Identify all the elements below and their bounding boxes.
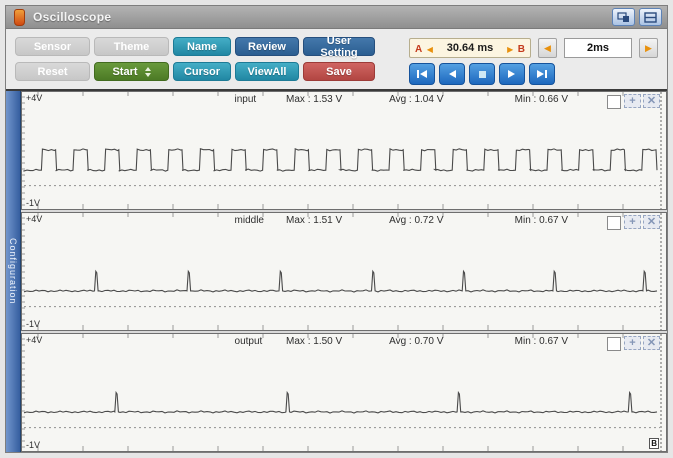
- toolbar: Sensor Theme Name Review User Setting Re…: [6, 29, 667, 89]
- cursor-b-marker[interactable]: B: [649, 438, 659, 449]
- waveform-middle: [22, 213, 666, 330]
- cursor-b-arrow-icon: ▶: [507, 45, 513, 54]
- window-title: Oscilloscope: [33, 10, 111, 24]
- theme-button[interactable]: Theme: [94, 37, 169, 56]
- main-area: Configuration +4V input Max : 1.53 V Avg…: [6, 89, 667, 452]
- titlebar: Oscilloscope: [6, 6, 667, 29]
- y-bottom-label: -1V: [26, 319, 40, 329]
- avg-stat: Avg : 0.70 V: [389, 336, 443, 347]
- avg-stat: Avg : 1.04 V: [389, 94, 443, 105]
- review-button[interactable]: Review: [235, 37, 299, 56]
- window-icon[interactable]: [639, 8, 662, 26]
- y-top-label: +4V: [26, 214, 42, 224]
- configuration-tab[interactable]: Configuration: [6, 91, 21, 452]
- sensor-button[interactable]: Sensor: [15, 37, 90, 56]
- name-button[interactable]: Name: [173, 37, 231, 56]
- timebase-increase-button[interactable]: ▶: [639, 38, 658, 58]
- play-button[interactable]: [499, 63, 525, 85]
- cursor-a-label: A: [415, 44, 422, 55]
- channel-checkbox[interactable]: [607, 337, 621, 351]
- cursor-button[interactable]: Cursor: [173, 62, 231, 81]
- save-button[interactable]: Save: [303, 62, 375, 81]
- zoom-in-icon[interactable]: +: [624, 94, 641, 108]
- zoom-in-icon[interactable]: +: [624, 336, 641, 350]
- reset-button[interactable]: Reset: [15, 62, 90, 81]
- start-button-label: Start: [112, 66, 137, 78]
- channel-name: output: [235, 336, 263, 347]
- cursor-b-label: B: [518, 44, 525, 55]
- step-back-button[interactable]: [439, 63, 465, 85]
- viewall-button[interactable]: ViewAll: [235, 62, 299, 81]
- channel-checkbox[interactable]: [607, 216, 621, 230]
- start-button[interactable]: Start: [94, 62, 169, 81]
- stop-button[interactable]: [469, 63, 495, 85]
- max-stat: Max : 1.51 V: [286, 215, 342, 226]
- user-setting-button[interactable]: User Setting: [303, 37, 375, 56]
- toolbar-row-2: Reset Start Cursor ViewAll Save: [15, 62, 375, 81]
- channel-name: input: [235, 94, 257, 105]
- channel-name: middle: [235, 215, 264, 226]
- y-bottom-label: -1V: [26, 198, 40, 208]
- channel-stack: +4V input Max : 1.53 V Avg : 1.04 V Min …: [21, 91, 667, 452]
- ab-time-display: A ◀ 30.64 ms ▶ B: [409, 38, 531, 58]
- time-row: A ◀ 30.64 ms ▶ B ◀ 2ms ▶: [409, 38, 658, 58]
- avg-stat: Avg : 0.72 V: [389, 215, 443, 226]
- channel-checkbox[interactable]: [607, 95, 621, 109]
- cursor-a-arrow-icon: ◀: [427, 45, 433, 54]
- min-stat: Min : 0.67 V: [515, 336, 568, 347]
- spinner-icon: [145, 67, 151, 77]
- y-bottom-label: -1V: [26, 440, 40, 450]
- timebase-decrease-button[interactable]: ◀: [538, 38, 557, 58]
- popout-icon[interactable]: [612, 8, 635, 26]
- max-stat: Max : 1.50 V: [286, 336, 342, 347]
- ab-time-value: 30.64 ms: [447, 42, 493, 54]
- y-top-label: +4V: [26, 93, 42, 103]
- channel-output: +4V output Max : 1.50 V Avg : 0.70 V Min…: [21, 333, 667, 452]
- configuration-tab-label: Configuration: [8, 238, 18, 305]
- oscilloscope-window: Oscilloscope Sensor Theme Name Review Us…: [5, 5, 668, 453]
- timebase-value[interactable]: 2ms: [564, 38, 632, 58]
- playback-controls: [409, 63, 658, 85]
- waveform-output: [22, 334, 666, 451]
- close-icon[interactable]: ✕: [643, 336, 660, 350]
- toolbar-button-grid: Sensor Theme Name Review User Setting Re…: [15, 37, 375, 85]
- max-stat: Max : 1.53 V: [286, 94, 342, 105]
- min-stat: Min : 0.66 V: [515, 94, 568, 105]
- left-arrow-icon: ◀: [544, 43, 551, 54]
- waveform-input: [22, 92, 666, 209]
- close-icon[interactable]: ✕: [643, 94, 660, 108]
- channel-middle: +4V middle Max : 1.51 V Avg : 0.72 V Min…: [21, 212, 667, 331]
- min-stat: Min : 0.67 V: [515, 215, 568, 226]
- time-controls: A ◀ 30.64 ms ▶ B ◀ 2ms ▶: [409, 38, 658, 85]
- skip-to-start-button[interactable]: [409, 63, 435, 85]
- skip-to-end-button[interactable]: [529, 63, 555, 85]
- close-icon[interactable]: ✕: [643, 215, 660, 229]
- channel-input: +4V input Max : 1.53 V Avg : 1.04 V Min …: [21, 91, 667, 210]
- toolbar-row-1: Sensor Theme Name Review User Setting: [15, 37, 375, 56]
- right-arrow-icon: ▶: [645, 43, 652, 54]
- zoom-in-icon[interactable]: +: [624, 215, 641, 229]
- y-top-label: +4V: [26, 335, 42, 345]
- app-icon: [14, 9, 25, 26]
